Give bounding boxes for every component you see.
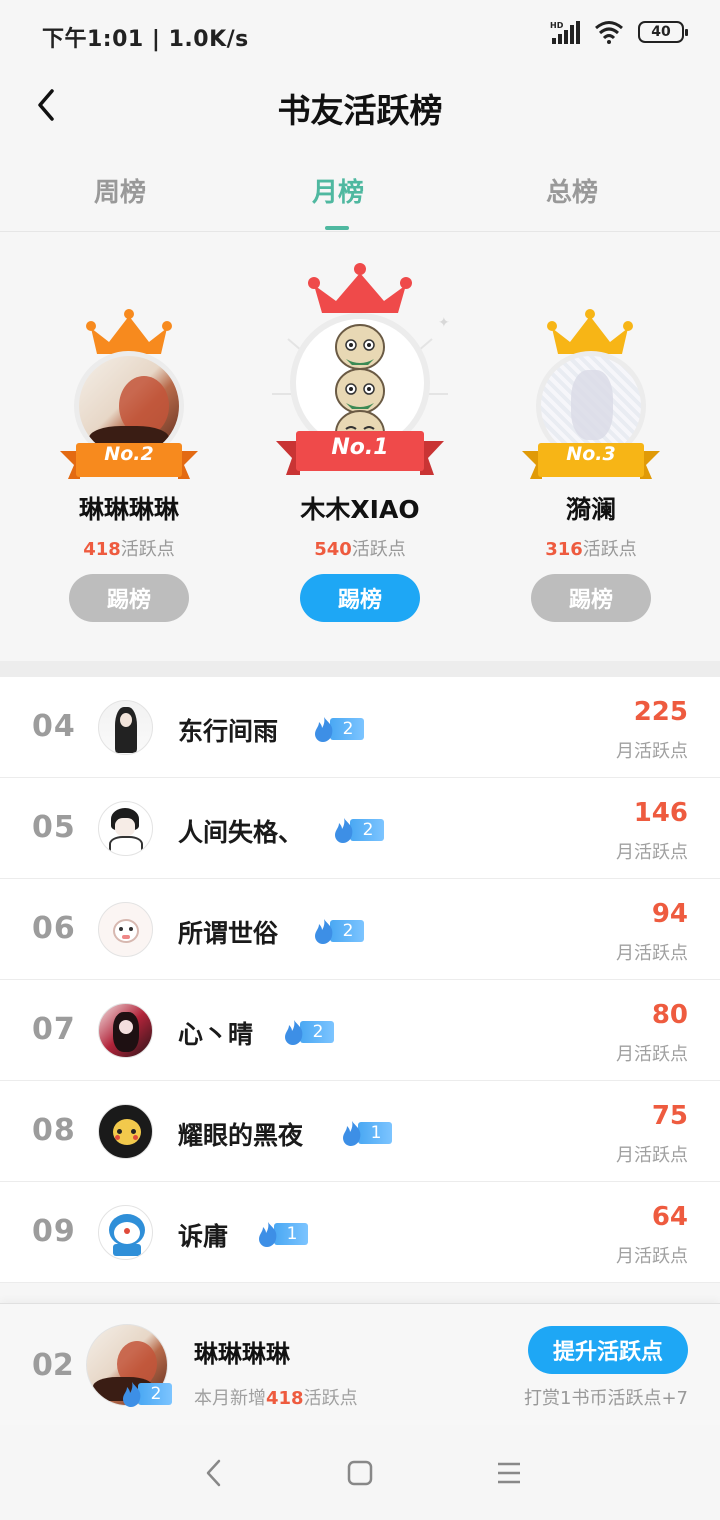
system-nav-bar — [0, 1425, 720, 1520]
podium: No.2 琳琳琳琳 418活跃点 踢榜 ✦ No.1 木木XIAO 540活跃点… — [0, 233, 720, 661]
tab-total[interactable]: 总榜 — [452, 172, 692, 209]
list-item[interactable]: 05 人间失格、 2 146 月活跃点 — [0, 778, 720, 879]
nav-back-button[interactable] — [194, 1455, 234, 1491]
user-name: 心丶晴 — [178, 1020, 254, 1049]
level-badge: 2 — [310, 717, 364, 742]
score-label: 月活跃点 — [616, 1145, 688, 1166]
rank-number: 09 — [32, 1214, 76, 1249]
reward-hint: 打赏1书币活跃点+7 — [524, 1388, 688, 1409]
flame-icon — [315, 717, 333, 742]
svg-text:✦: ✦ — [438, 315, 450, 331]
my-rank-panel: 02 2 琳琳琳琳 本月新增418活跃点 提升活跃点 打赏1书币活跃点+7 — [0, 1303, 720, 1425]
tab-bar: 周榜 月榜 总榜 — [0, 150, 720, 232]
kick-button-third[interactable]: 踢榜 — [531, 574, 651, 622]
podium-points-second: 418活跃点 — [83, 539, 175, 560]
list-item[interactable]: 07 心丶晴 2 80 月活跃点 — [0, 980, 720, 1081]
tab-monthly[interactable]: 月榜 — [218, 172, 458, 209]
kick-button-second[interactable]: 踢榜 — [69, 574, 189, 622]
tab-weekly[interactable]: 周榜 — [0, 172, 240, 209]
my-name: 琳琳琳琳 — [194, 1340, 290, 1368]
score-label: 月活跃点 — [616, 741, 688, 762]
user-name: 诉庸 — [178, 1222, 229, 1251]
level-badge: 2 — [330, 818, 384, 843]
status-time: 下午1:01 | 1.0K/s — [42, 27, 249, 52]
nav-home-button[interactable] — [340, 1455, 380, 1491]
nav-back-icon — [206, 1459, 221, 1487]
list-item[interactable]: 06 所谓世俗 2 94 月活跃点 — [0, 879, 720, 980]
score-label: 月活跃点 — [616, 943, 688, 964]
flame-icon — [123, 1382, 141, 1407]
user-name: 所谓世俗 — [178, 919, 279, 948]
score-label: 月活跃点 — [616, 1246, 688, 1267]
flame-icon — [335, 818, 353, 843]
active-tab-indicator — [325, 226, 349, 230]
rank-number: 05 — [32, 810, 76, 845]
rank-number: 07 — [32, 1012, 76, 1047]
status-bar: 下午1:01 | 1.0K/s HD 40 — [0, 0, 720, 70]
crown-icon-first — [308, 263, 412, 313]
avatar[interactable] — [98, 1003, 153, 1058]
avatar[interactable] — [98, 902, 153, 957]
crown-icon-third — [547, 309, 633, 354]
svg-text:HD: HD — [550, 21, 564, 30]
score-value: 146 — [633, 798, 688, 828]
wifi-icon — [595, 21, 623, 44]
rank-number: 06 — [32, 911, 76, 946]
podium-name-first: 木木XIAO — [300, 495, 420, 524]
avatar[interactable] — [98, 801, 153, 856]
flame-icon — [285, 1020, 303, 1045]
podium-points-third: 316活跃点 — [545, 539, 637, 560]
list-item[interactable]: 08 耀眼的黑夜 1 75 月活跃点 — [0, 1081, 720, 1182]
score-value: 75 — [651, 1101, 688, 1131]
crown-icon-second — [86, 309, 172, 354]
podium-name-third: 漪澜 — [565, 495, 616, 524]
rank-badge-third: No.3 — [566, 443, 616, 465]
avatar[interactable] — [98, 700, 153, 755]
level-badge: 2 — [280, 1020, 334, 1045]
level-badge: 1 — [254, 1222, 308, 1247]
battery-icon: 40 — [638, 21, 688, 43]
flame-icon — [315, 919, 333, 944]
page-title: 书友活跃榜 — [277, 91, 443, 130]
nav-menu-icon — [498, 1462, 520, 1484]
my-rank-number: 02 — [32, 1348, 74, 1383]
status-icons: HD 40 — [550, 20, 688, 44]
rank-badge-second: No.2 — [104, 443, 154, 465]
podium-name-second: 琳琳琳琳 — [78, 495, 179, 524]
podium-points-first: 540活跃点 — [314, 539, 406, 560]
score-label: 月活跃点 — [616, 842, 688, 863]
user-name: 耀眼的黑夜 — [178, 1121, 304, 1150]
rank-number: 04 — [32, 709, 76, 744]
level-badge: 1 — [338, 1121, 392, 1146]
user-name: 东行间雨 — [178, 717, 279, 746]
my-level-badge: 2 — [118, 1382, 172, 1407]
my-monthly-points: 本月新增418活跃点 — [194, 1388, 358, 1409]
rank-badge-first: No.1 — [331, 435, 389, 460]
section-divider — [0, 661, 720, 677]
list-item[interactable]: 09 诉庸 1 64 月活跃点 — [0, 1182, 720, 1283]
flame-icon — [259, 1222, 277, 1247]
rank-list: 04 东行间雨 2 225 月活跃点 05 人间失格、 2 146 月活跃点 0… — [0, 677, 720, 1283]
rank-number: 08 — [32, 1113, 76, 1148]
score-label: 月活跃点 — [616, 1044, 688, 1065]
score-value: 64 — [651, 1202, 688, 1232]
score-value: 80 — [651, 1000, 688, 1030]
list-item[interactable]: 04 东行间雨 2 225 月活跃点 — [0, 677, 720, 778]
score-value: 225 — [633, 697, 688, 727]
signal-icon: HD — [550, 21, 580, 44]
avatar[interactable] — [98, 1205, 153, 1260]
user-name: 人间失格、 — [178, 818, 304, 847]
level-badge: 2 — [310, 919, 364, 944]
nav-home-icon — [347, 1460, 373, 1486]
nav-menu-button[interactable] — [489, 1455, 529, 1491]
score-value: 94 — [651, 899, 688, 929]
kick-button-first[interactable]: 踢榜 — [300, 574, 420, 622]
header: 书友活跃榜 — [0, 70, 720, 140]
avatar[interactable] — [98, 1104, 153, 1159]
boost-activity-button[interactable]: 提升活跃点 — [528, 1326, 688, 1374]
flame-icon — [343, 1121, 361, 1146]
